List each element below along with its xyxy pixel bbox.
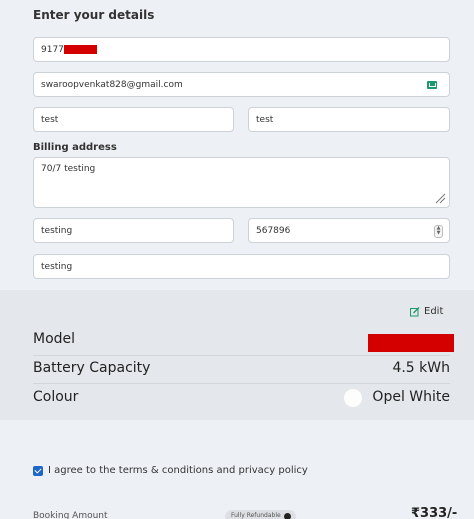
info-icon[interactable] — [284, 513, 291, 519]
billing-address-label: Billing address — [33, 142, 117, 153]
address-textarea[interactable]: 70/7 testing — [33, 157, 450, 208]
model-value-redaction — [368, 334, 454, 352]
colour-label: Colour — [33, 389, 79, 405]
divider — [33, 383, 450, 384]
address-value: 70/7 testing — [41, 164, 96, 174]
email-autofill-icon[interactable] — [427, 81, 437, 89]
terms-label[interactable]: I agree to the terms & conditions and pr… — [48, 465, 308, 476]
edit-button[interactable]: Edit — [410, 306, 443, 317]
state-value: testing — [41, 261, 73, 272]
colour-value: Opel White — [372, 389, 450, 405]
number-stepper-icon[interactable]: ▲ ▼ — [434, 225, 443, 238]
terms-checkbox[interactable] — [33, 466, 43, 476]
battery-value: 4.5 kWh — [392, 360, 450, 376]
battery-label: Battery Capacity — [33, 360, 151, 376]
details-heading: Enter your details — [33, 8, 155, 22]
city-field[interactable]: testing — [33, 218, 234, 243]
edit-icon — [410, 306, 420, 316]
first-name-field[interactable]: test — [33, 107, 234, 132]
model-label: Model — [33, 331, 76, 347]
edit-label: Edit — [424, 306, 444, 317]
email-field[interactable]: swaroopvenkat828@gmail.com — [33, 72, 450, 97]
booking-price: ₹333/- — [411, 506, 458, 519]
resize-handle-icon[interactable] — [435, 193, 446, 204]
colour-swatch — [344, 389, 362, 407]
phone-redaction — [63, 45, 97, 54]
city-value: testing — [41, 225, 73, 236]
booking-amount-label: Booking Amount — [33, 511, 108, 519]
state-field[interactable]: testing — [33, 254, 450, 279]
last-name-field[interactable]: test — [248, 107, 450, 132]
pincode-value: 567896 — [256, 225, 291, 236]
email-value: swaroopvenkat828@gmail.com — [41, 79, 183, 90]
divider — [33, 355, 450, 356]
pincode-field[interactable]: 567896 ▲ ▼ — [248, 218, 450, 243]
first-name-value: test — [41, 114, 59, 125]
last-name-value: test — [256, 114, 274, 125]
phone-field[interactable]: 9177 — [33, 37, 450, 62]
phone-prefix: 9177 — [41, 44, 64, 55]
